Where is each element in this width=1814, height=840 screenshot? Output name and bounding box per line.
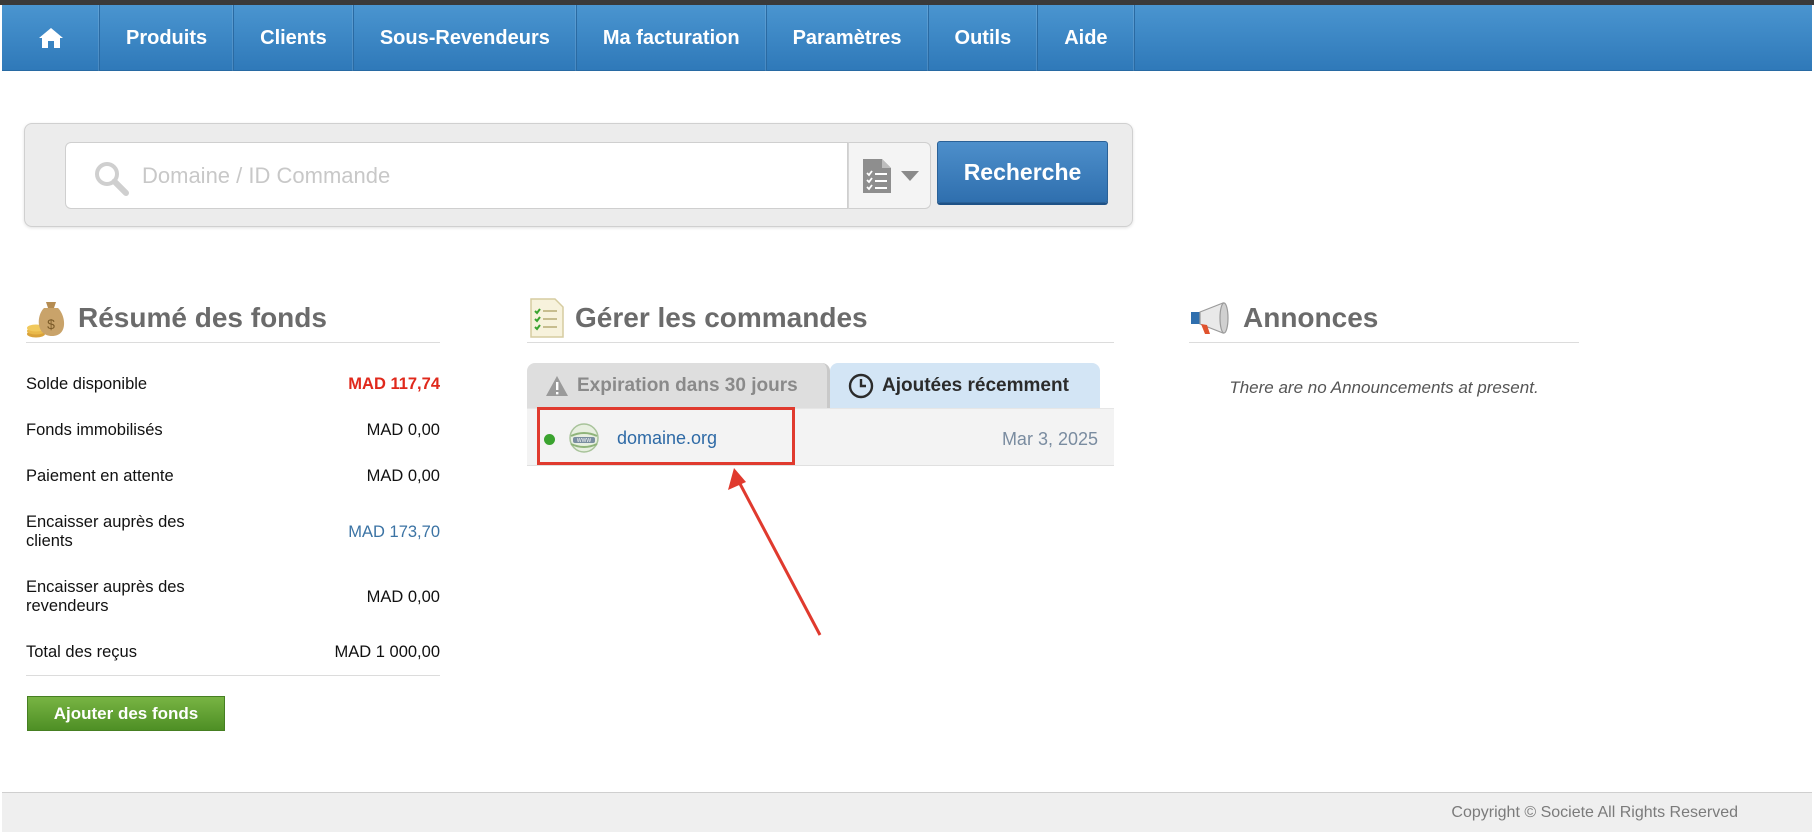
order-date: Mar 3, 2025 [1001, 429, 1098, 449]
fund-row: Total des reçus MAD 1 000,00 [26, 643, 440, 662]
nav-item-aide[interactable]: Aide [1038, 5, 1135, 71]
fund-label: Encaisser auprès des clients [26, 513, 185, 550]
tab-expiring-30-days[interactable]: Expiration dans 30 jours [527, 363, 830, 408]
tab-label: Expiration dans 30 jours [577, 374, 798, 396]
domain-globe-icon: WWW [569, 423, 599, 453]
announcements-header: Annonces [1189, 293, 1579, 343]
clock-icon [848, 373, 874, 398]
fund-label: Total des reçus [26, 643, 137, 661]
search-button[interactable]: Recherche [937, 141, 1108, 203]
fund-label: Solde disponible [26, 375, 148, 393]
fund-row: Solde disponible MAD 117,74 [26, 375, 440, 394]
search-input[interactable] [142, 157, 832, 195]
nav-item-clients[interactable]: Clients [234, 5, 354, 71]
add-funds-button[interactable]: Ajouter des fonds [27, 696, 225, 731]
fund-value: MAD 0,00 [366, 421, 440, 439]
fund-label: Paiement en attente [26, 467, 174, 485]
fund-value: MAD 173,70 [348, 522, 440, 541]
search-type-dropdown[interactable] [848, 142, 931, 209]
nav-item-parametres[interactable]: Paramètres [767, 5, 929, 71]
order-row[interactable]: WWW domaine.org Mar 3, 2025 [527, 408, 1114, 466]
fund-label: Encaisser auprès des revendeurs [26, 578, 185, 615]
fund-row: Encaisser auprès des clients MAD 173,70 [26, 512, 440, 552]
search-icon [95, 162, 129, 196]
divider [26, 675, 440, 676]
warning-icon [546, 375, 568, 396]
chevron-down-icon [900, 170, 919, 181]
nav-home[interactable] [2, 5, 100, 71]
fund-row: Paiement en attente MAD 0,00 [26, 467, 440, 486]
home-icon [38, 28, 63, 48]
status-dot [544, 434, 555, 445]
nav-item-outils[interactable]: Outils [929, 5, 1039, 71]
document-icon [530, 297, 564, 338]
tab-label: Ajoutées récemment [882, 374, 1069, 396]
nav-item-sous-revendeurs[interactable]: Sous-Revendeurs [354, 5, 577, 71]
annotation-arrow [728, 468, 822, 636]
nav-item-ma-facturation[interactable]: Ma facturation [577, 5, 767, 71]
fund-label: Fonds immobilisés [26, 421, 163, 439]
tab-recently-added[interactable]: Ajoutées récemment [830, 363, 1100, 408]
announcements-title: Annonces [1243, 301, 1379, 333]
funds-header: $ Résumé des fonds [26, 293, 440, 343]
announcements-empty-text: There are no Announcements at present. [1229, 378, 1539, 397]
fund-row: Encaisser auprès des revendeurs MAD 0,00 [26, 577, 440, 617]
funds-title: Résumé des fonds [78, 301, 327, 333]
copyright-text: Copyright © Societe All Rights Reserved [1451, 804, 1738, 821]
footer: Copyright © Societe All Rights Reserved [2, 792, 1812, 832]
nav-item-produits[interactable]: Produits [100, 5, 235, 71]
document-checklist-icon [862, 158, 891, 193]
fund-row: Fonds immobilisés MAD 0,00 [26, 421, 440, 440]
svg-text:WWW: WWW [577, 438, 591, 444]
search-box [65, 142, 848, 209]
main-nav: Produits Clients Sous-Revendeurs Ma fact… [2, 5, 1812, 71]
svg-text:$: $ [47, 316, 55, 332]
order-domain-link[interactable]: domaine.org [617, 428, 717, 449]
fund-value: MAD 117,74 [348, 375, 440, 393]
fund-value: MAD 1 000,00 [334, 643, 440, 661]
orders-title: Gérer les commandes [575, 301, 868, 333]
search-panel: Recherche [24, 123, 1133, 227]
megaphone-icon [1191, 301, 1229, 334]
fund-value: MAD 0,00 [366, 467, 440, 485]
orders-header: Gérer les commandes [527, 293, 1114, 343]
money-bag-icon: $ [27, 301, 65, 337]
fund-value: MAD 0,00 [366, 587, 440, 606]
orders-tabs: Expiration dans 30 jours Ajoutées récemm… [527, 363, 1114, 408]
